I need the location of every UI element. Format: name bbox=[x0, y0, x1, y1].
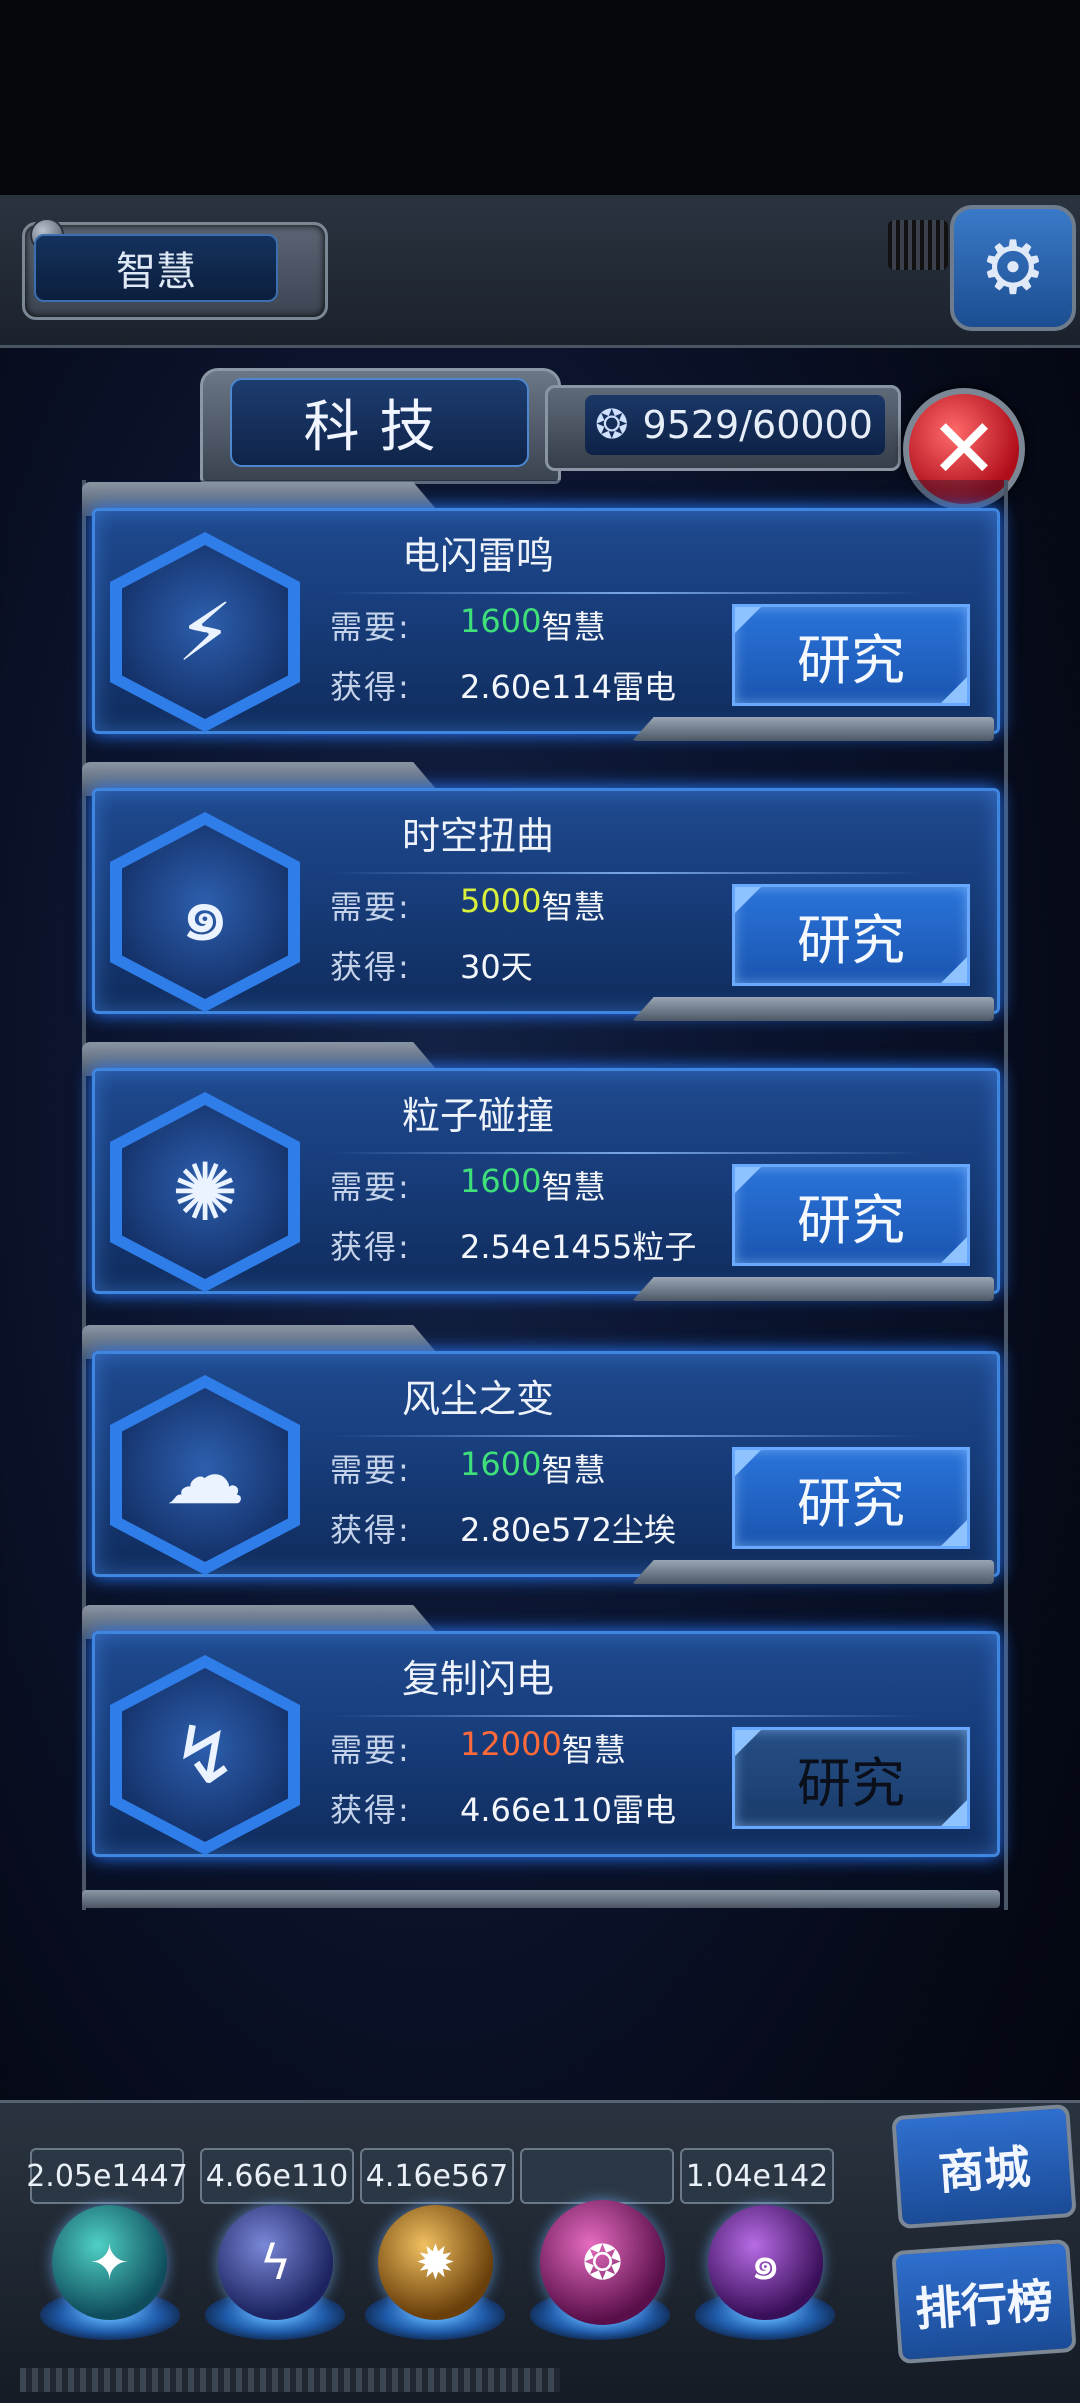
cost-unit: 智慧 bbox=[541, 1451, 606, 1489]
corner-deco bbox=[735, 1730, 761, 1756]
cost-value: 5000 bbox=[460, 882, 542, 920]
tech-card: ↯ 复制闪电 需要: 12000 智慧 获得: 4.66e110雷电 研究 bbox=[82, 1605, 1000, 1860]
cost-value: 1600 bbox=[460, 1445, 542, 1483]
lightning-orb-icon[interactable]: ϟ bbox=[218, 2205, 333, 2320]
gain-label: 获得: bbox=[330, 1791, 411, 1829]
shop-button[interactable]: 商城 bbox=[891, 2103, 1077, 2230]
tech-name: 粒子碰撞 bbox=[402, 1093, 555, 1138]
research-button[interactable]: 研究 bbox=[732, 884, 970, 986]
resource-slot: 1.04e142 bbox=[680, 2148, 834, 2204]
need-label: 需要: bbox=[330, 888, 411, 926]
leaderboard-button[interactable]: 排行榜 bbox=[891, 2238, 1077, 2365]
gain-value: 2.80e572尘埃 bbox=[460, 1511, 677, 1549]
resource-tab-wisdom[interactable]: 智慧 bbox=[34, 234, 278, 302]
resource-slot bbox=[520, 2148, 674, 2204]
wisdom-counter-value: 9529/60000 bbox=[642, 403, 873, 447]
cost-value: 12000 bbox=[460, 1725, 562, 1763]
cost-row: 需要: 1600 智慧 bbox=[330, 1445, 605, 1491]
brain-icon: ❂ bbox=[595, 402, 629, 448]
tech-name: 复制闪电 bbox=[402, 1656, 555, 1701]
bottom-strip bbox=[20, 2368, 560, 2392]
gear-icon: ⚙ bbox=[979, 225, 1047, 311]
card-footer bbox=[632, 997, 994, 1021]
divider bbox=[332, 1715, 922, 1717]
research-label: 研究 bbox=[797, 1188, 905, 1252]
gain-row: 获得: 30天 bbox=[330, 942, 533, 988]
research-label: 研究 bbox=[797, 628, 905, 692]
corner-deco bbox=[735, 1167, 761, 1193]
research-label: 研究 bbox=[797, 1471, 905, 1535]
gain-row: 获得: 4.66e110雷电 bbox=[330, 1785, 676, 1831]
gain-label: 获得: bbox=[330, 1511, 411, 1549]
cost-row: 需要: 12000 智慧 bbox=[330, 1725, 626, 1771]
gain-row: 获得: 2.54e1455粒子 bbox=[330, 1222, 696, 1268]
need-label: 需要: bbox=[330, 1451, 411, 1489]
tech-card: ⚡ 电闪雷鸣 需要: 1600 智慧 获得: 2.60e114雷电 研究 bbox=[82, 482, 1000, 741]
cost-row: 需要: 1600 智慧 bbox=[330, 602, 605, 648]
corner-deco bbox=[941, 1237, 967, 1263]
gain-row: 获得: 2.60e114雷电 bbox=[330, 662, 676, 708]
tech-card: ✺ 粒子碰撞 需要: 1600 智慧 获得: 2.54e1455粒子 研究 bbox=[82, 1042, 1000, 1301]
corner-deco bbox=[941, 957, 967, 983]
cost-value: 1600 bbox=[460, 1162, 542, 1200]
gain-row: 获得: 2.80e572尘埃 bbox=[330, 1505, 676, 1551]
divider bbox=[332, 1152, 922, 1154]
research-label: 研究 bbox=[797, 908, 905, 972]
corner-deco bbox=[941, 1800, 967, 1826]
gain-value: 4.66e110雷电 bbox=[460, 1791, 677, 1829]
research-button[interactable]: 研究 bbox=[732, 1447, 970, 1549]
gain-value: 2.54e1455粒子 bbox=[460, 1228, 697, 1266]
cost-unit: 智慧 bbox=[541, 1168, 606, 1206]
status-area bbox=[0, 0, 1080, 195]
cost-value: 1600 bbox=[460, 602, 542, 640]
cost-unit: 智慧 bbox=[561, 1731, 626, 1769]
divider bbox=[332, 1435, 922, 1437]
gain-label: 获得: bbox=[330, 948, 411, 986]
gain-label: 获得: bbox=[330, 1228, 411, 1266]
brain-orb-icon[interactable]: ❂ bbox=[540, 2200, 665, 2325]
card-footer bbox=[632, 717, 994, 741]
cost-unit: 智慧 bbox=[541, 608, 606, 646]
tech-name: 风尘之变 bbox=[402, 1376, 555, 1421]
research-button[interactable]: 研究 bbox=[732, 1164, 970, 1266]
page-title: 科技 bbox=[230, 378, 529, 467]
resource-slot: 4.66e110 bbox=[200, 2148, 354, 2204]
tech-name: 电闪雷鸣 bbox=[402, 533, 555, 578]
need-label: 需要: bbox=[330, 1731, 411, 1769]
tech-name: 时空扭曲 bbox=[402, 813, 555, 858]
divider bbox=[332, 592, 922, 594]
cost-row: 需要: 5000 智慧 bbox=[330, 882, 605, 928]
corner-deco bbox=[735, 1450, 761, 1476]
settings-button[interactable]: ⚙ bbox=[950, 205, 1076, 331]
panel-bottom-rail bbox=[82, 1890, 1000, 1908]
vent-grille bbox=[888, 220, 948, 270]
divider bbox=[332, 872, 922, 874]
card-footer bbox=[632, 1277, 994, 1301]
particle-orb-icon[interactable]: ✦ bbox=[52, 2205, 167, 2320]
tech-card: ☁ 风尘之变 需要: 1600 智慧 获得: 2.80e572尘埃 研究 bbox=[82, 1325, 1000, 1584]
research-button[interactable]: 研究 bbox=[732, 1727, 970, 1829]
research-label: 研究 bbox=[797, 1751, 905, 1815]
wisdom-counter: ❂ 9529/60000 bbox=[585, 395, 885, 455]
gain-value: 2.60e114雷电 bbox=[460, 668, 677, 706]
corner-deco bbox=[735, 887, 761, 913]
cost-unit: 智慧 bbox=[541, 888, 606, 926]
resource-slot: 4.16e567 bbox=[360, 2148, 514, 2204]
research-button[interactable]: 研究 bbox=[732, 604, 970, 706]
vortex-orb-icon[interactable]: ๑ bbox=[708, 2205, 823, 2320]
resource-slot: 2.05e1447 bbox=[26, 2148, 188, 2204]
corner-deco bbox=[941, 677, 967, 703]
dust-orb-icon[interactable]: ✹ bbox=[378, 2205, 493, 2320]
cost-row: 需要: 1600 智慧 bbox=[330, 1162, 605, 1208]
tech-card: ๑ 时空扭曲 需要: 5000 智慧 获得: 30天 研究 bbox=[82, 762, 1000, 1021]
need-label: 需要: bbox=[330, 1168, 411, 1206]
need-label: 需要: bbox=[330, 608, 411, 646]
card-footer bbox=[632, 1560, 994, 1584]
corner-deco bbox=[735, 607, 761, 633]
gain-value: 30天 bbox=[460, 948, 533, 986]
corner-deco bbox=[941, 1520, 967, 1546]
gain-label: 获得: bbox=[330, 668, 411, 706]
